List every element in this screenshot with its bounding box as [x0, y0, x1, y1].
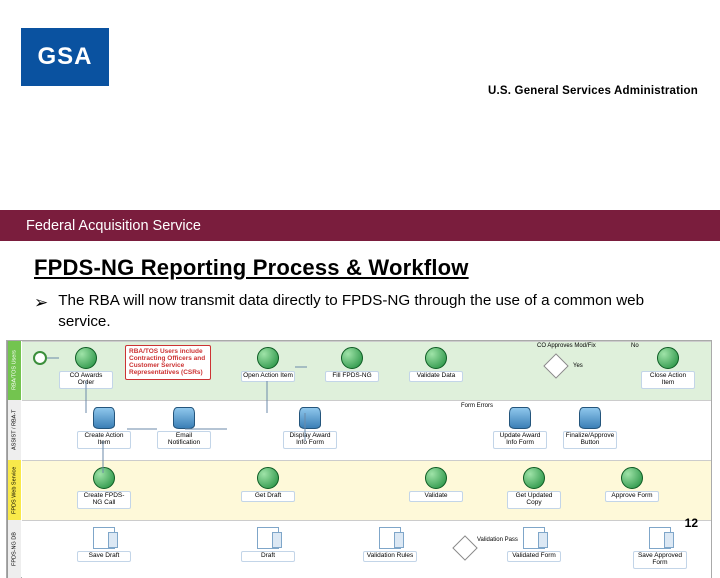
gsa-logo: GSA	[21, 28, 109, 86]
lane-label-3: FPDS Web Service	[7, 460, 21, 520]
lane-label-4: FPDS-NG DB	[7, 520, 21, 578]
bullet-text: The RBA will now transmit data directly …	[58, 291, 686, 332]
annotation-decision-modify: CO Approves Mod/Fix	[537, 343, 596, 349]
page-title: FPDS-NG Reporting Process & Workflow	[34, 255, 720, 281]
start-node-icon	[33, 351, 47, 365]
lane-label-1: RBA/TOS Users	[7, 341, 21, 400]
agency-name: U.S. General Services Administration	[488, 85, 698, 97]
lane-2	[22, 400, 711, 460]
lane-3	[22, 460, 711, 520]
bullet-item: ➢ The RBA will now transmit data directl…	[34, 291, 686, 332]
page-number: 12	[685, 516, 698, 530]
workflow-diagram: RBA/TOS Users ASSIST / RBA-T FPDS Web Se…	[6, 340, 712, 578]
annotation-no: No	[631, 343, 639, 349]
annotation-validation-pass: Validation Pass	[477, 537, 518, 543]
annotation-yes: Yes	[573, 363, 583, 369]
note-users: RBA/TOS Users include Contracting Office…	[125, 345, 211, 380]
band-subtitle: Federal Acquisition Service	[0, 210, 720, 241]
bullet-arrow-icon: ➢	[34, 292, 48, 332]
lane-label-2: ASSIST / RBA-T	[7, 400, 21, 460]
gsa-logo-text: GSA	[37, 43, 92, 71]
annotation-form-errors: Form Errors	[461, 403, 493, 409]
lane-4	[22, 520, 711, 578]
header: GSA U.S. General Services Administration	[0, 0, 720, 105]
